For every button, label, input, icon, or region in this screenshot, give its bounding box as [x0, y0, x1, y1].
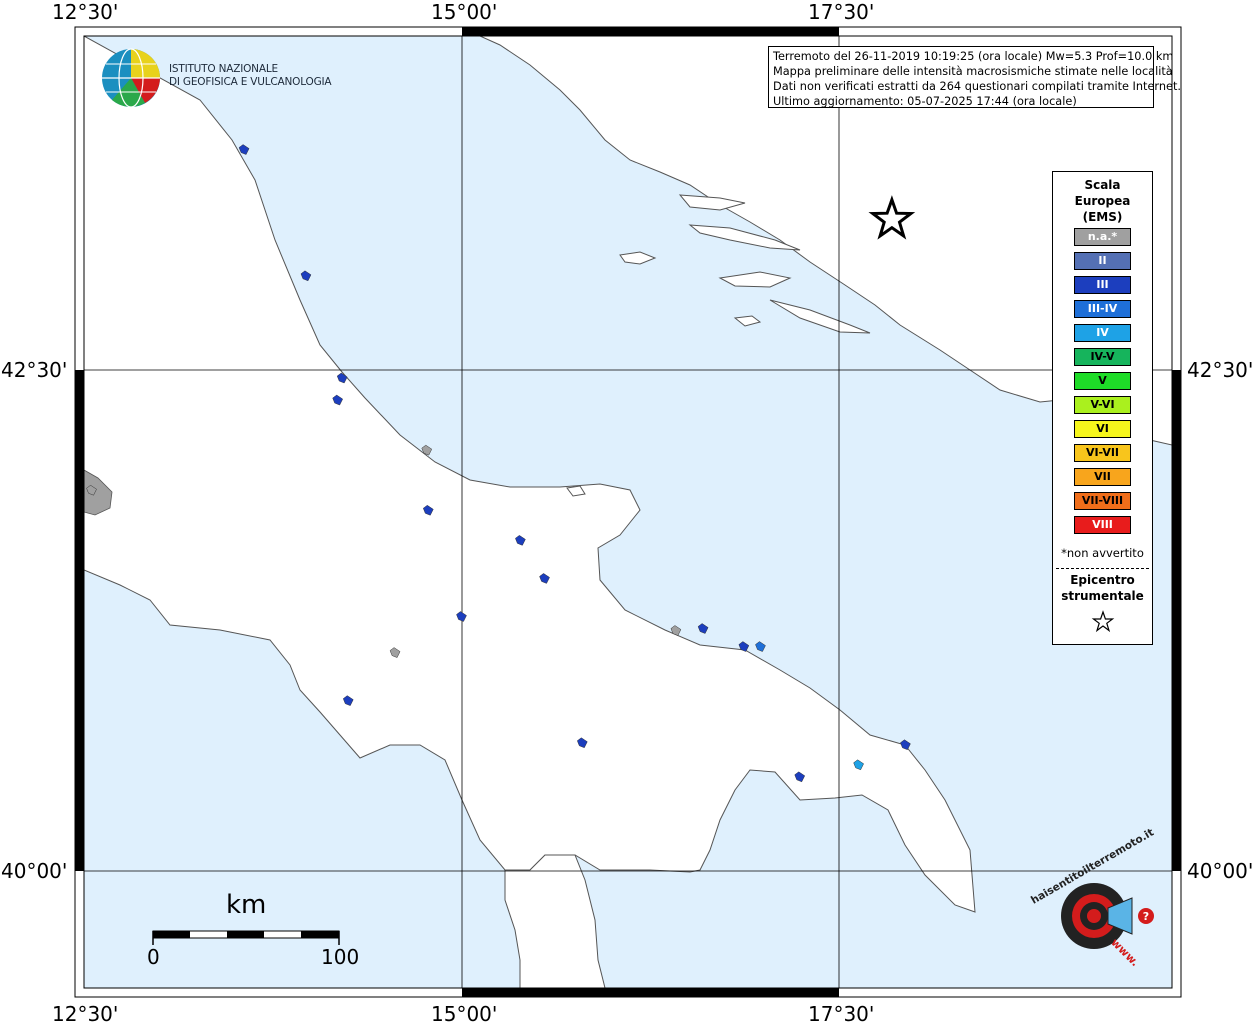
info-line-description: Mappa preliminare delle intensità macros…	[773, 65, 1173, 78]
legend-separator	[1056, 568, 1149, 569]
tick-top-2: 15°00'	[431, 0, 498, 24]
ingv-line2: DI GEOFISICA E VULCANOLOGIA	[169, 76, 332, 88]
info-line-event: Terremoto del 26-11-2019 10:19:25 (ora l…	[773, 50, 1174, 63]
legend-item: VII	[1074, 468, 1131, 486]
event-info-box: Terremoto del 26-11-2019 10:19:25 (ora l…	[768, 46, 1182, 108]
tick-bottom-3: 17°30'	[808, 1002, 875, 1026]
scale-min: 0	[147, 945, 160, 969]
legend-item: III	[1074, 276, 1131, 294]
legend-title-line1: Scala	[1084, 178, 1121, 192]
info-line-update: Ultimo aggiornamento: 05-07-2025 17:44 (…	[773, 95, 1077, 108]
ems-legend: Scala Europea (EMS) n.a.* II III III-IV IV IV…	[1052, 171, 1153, 645]
scale-max: 100	[321, 945, 360, 969]
legend-item: VII-VIII	[1074, 492, 1131, 510]
legend-item: II	[1074, 252, 1131, 270]
tick-bottom-1: 12°30'	[52, 1002, 119, 1026]
legend-item: VI-VII	[1074, 444, 1131, 462]
scale-unit: km	[226, 890, 267, 920]
legend-star-icon	[1091, 610, 1115, 633]
tick-left-1: 42°30'	[1, 358, 68, 382]
legend-item: IV	[1074, 324, 1131, 342]
tick-right-1: 42°30'	[1187, 358, 1254, 382]
tick-left-2: 40°00'	[1, 859, 68, 883]
legend-title: Scala Europea (EMS)	[1053, 177, 1152, 225]
tick-right-2: 40°00'	[1187, 859, 1254, 883]
ingv-name: ISTITUTO NAZIONALE DI GEOFISICA E VULCAN…	[169, 63, 332, 89]
legend-title-line2: Europea	[1074, 194, 1131, 208]
legend-epicenter-line1: Epicentro	[1070, 573, 1135, 587]
svg-text:?: ?	[1143, 910, 1149, 923]
legend-item: III-IV	[1074, 300, 1131, 318]
legend-item: IV-V	[1074, 348, 1131, 366]
legend-epicenter-label: Epicentro strumentale	[1053, 572, 1152, 604]
legend-note: *non avvertito	[1061, 546, 1144, 560]
legend-item: VIII	[1074, 516, 1131, 534]
ingv-line1: ISTITUTO NAZIONALE	[169, 63, 278, 75]
legend-item: V	[1074, 372, 1131, 390]
tick-bottom-2: 15°00'	[431, 1002, 498, 1026]
legend-epicenter-line2: strumentale	[1061, 589, 1144, 603]
tick-top-3: 17°30'	[808, 0, 875, 24]
legend-title-line3: (EMS)	[1082, 210, 1123, 224]
legend-item: V-VI	[1074, 396, 1131, 414]
legend-item: VI	[1074, 420, 1131, 438]
legend-item: n.a.*	[1074, 228, 1131, 246]
tick-top-1: 12°30'	[52, 0, 119, 24]
info-line-source: Dati non verificati estratti da 264 ques…	[773, 80, 1182, 93]
ingv-logo-icon	[102, 48, 160, 108]
